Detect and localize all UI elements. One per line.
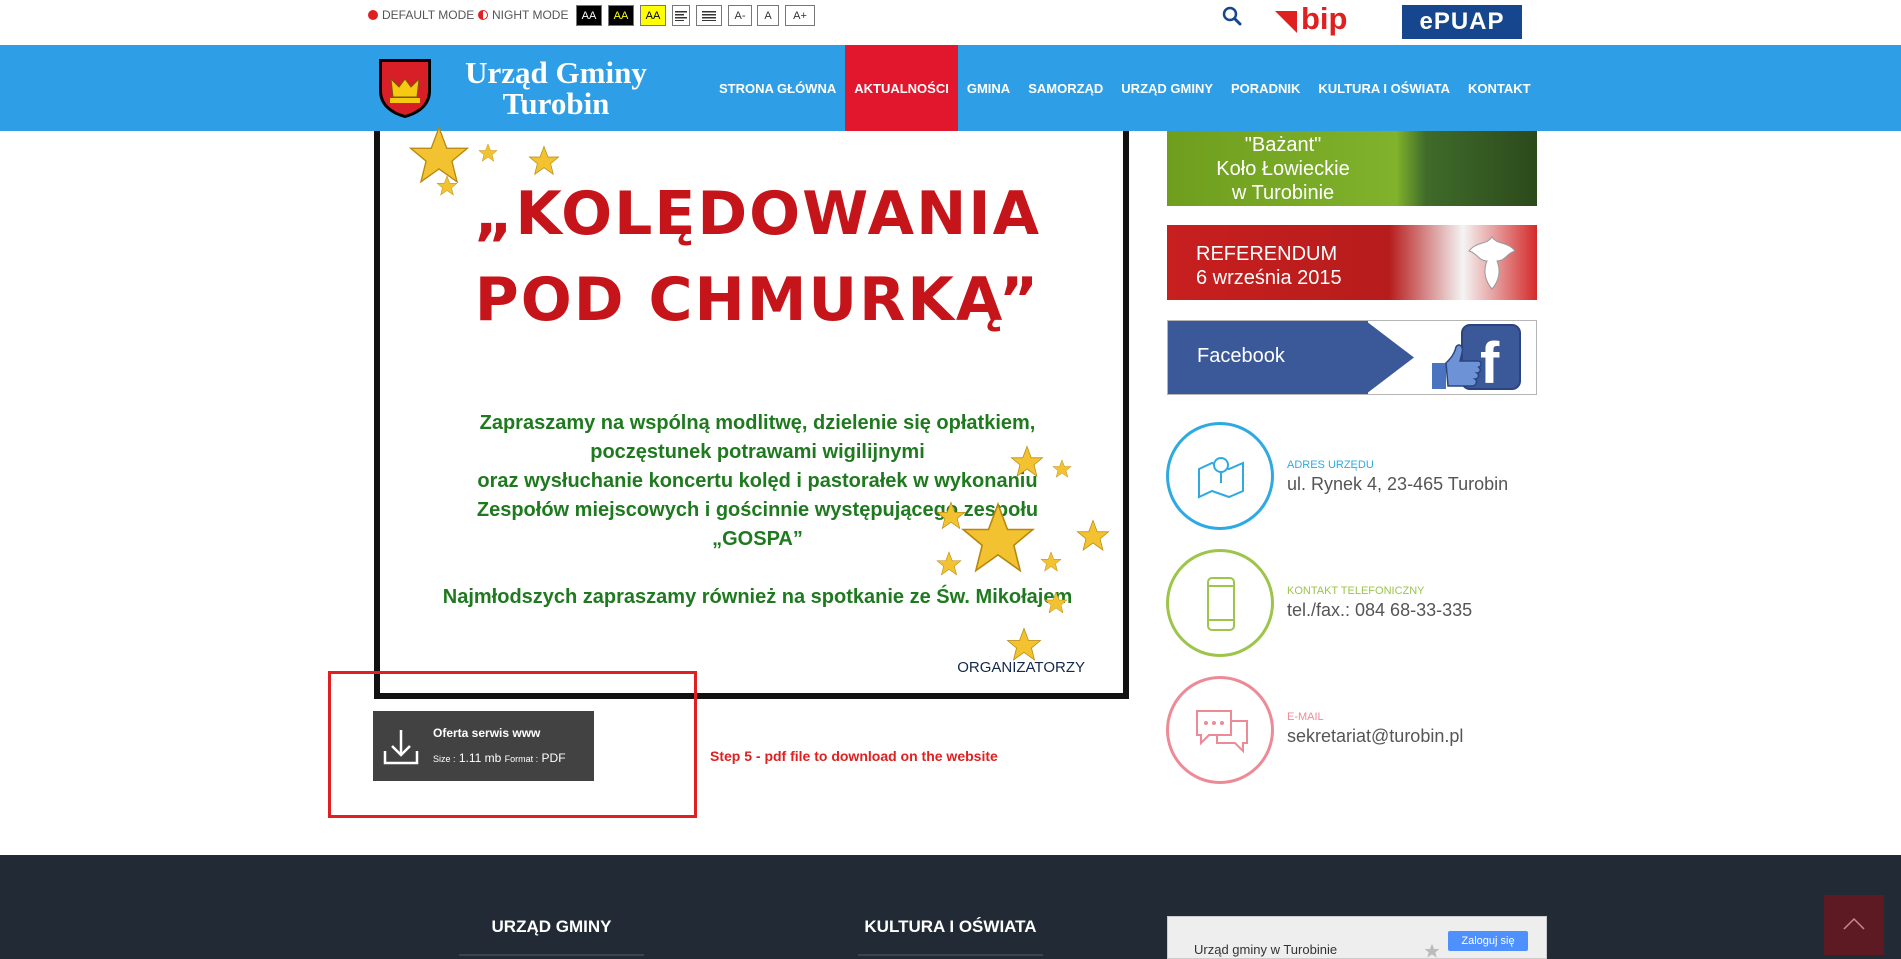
download-icon: [383, 730, 419, 765]
footer-heading-kultura: KULTURA I OŚWIATA: [864, 917, 1037, 936]
main-menu: STRONA GŁÓWNA AKTUALNOŚCI GMINA SAMORZĄD…: [710, 45, 1540, 131]
align-left-icon: [675, 10, 687, 21]
contrast-black-yellow-button[interactable]: AA: [608, 5, 634, 26]
bip-logo-link[interactable]: bip: [1275, 1, 1361, 39]
hunt-banner-line-3: w Turobinie: [1231, 182, 1335, 204]
menu-item-kultura-i-oswiata[interactable]: KULTURA I OŚWIATA: [1309, 45, 1459, 131]
pdf-download-button[interactable]: Oferta serwis www Size : 1.11 mb Format …: [373, 711, 594, 781]
scroll-to-top-button[interactable]: [1824, 895, 1884, 955]
chat-bubble-icon: [1196, 710, 1248, 754]
footer-heading-urzad-gminy: URZĄD GMINY: [491, 917, 612, 936]
star-icon: [960, 501, 1036, 573]
banner-arrow-shape: [1366, 321, 1414, 394]
phone-label: KONTAKT TELEFONICZNY: [1287, 585, 1425, 597]
address-value: ul. Rynek 4, 23-465 Turobin: [1287, 474, 1509, 494]
svg-text:f: f: [1480, 331, 1500, 393]
poster-title-line-2: POD CHMURKĄ”: [474, 265, 1041, 335]
site-brand[interactable]: Urząd Gminy Turobin: [446, 57, 666, 119]
email-icon-circle: [1166, 676, 1274, 784]
night-mode-icon: [478, 10, 488, 20]
chevron-up-icon: [1843, 917, 1865, 930]
menu-item-kontakt[interactable]: KONTAKT: [1459, 45, 1540, 131]
phone-value: tel./fax.: 084 68-33-335: [1287, 600, 1473, 620]
facebook-label: Facebook: [1197, 345, 1285, 367]
facebook-icon: f: [1432, 324, 1521, 393]
footer-divider: [858, 954, 1043, 956]
font-normal-button[interactable]: A: [757, 5, 779, 26]
star-icon: [1044, 591, 1068, 614]
menu-item-poradnik[interactable]: PORADNIK: [1222, 45, 1309, 131]
contrast-black-white-button[interactable]: AA: [576, 5, 602, 26]
referendum-banner[interactable]: REFERENDUM 6 września 2015: [1167, 225, 1537, 300]
menu-item-samorzad[interactable]: SAMORZĄD: [1019, 45, 1112, 131]
bip-label: bip: [1301, 1, 1348, 36]
email-value[interactable]: sekretariat@turobin.pl: [1287, 726, 1463, 747]
align-justify-icon: [702, 10, 716, 21]
star-icon: [1006, 627, 1042, 661]
star-icon: [936, 551, 962, 576]
page-footer: URZĄD GMINY KULTURA I OŚWIATA: [0, 855, 1901, 959]
text-align-left-button[interactable]: [672, 5, 690, 26]
star-icon: [478, 143, 498, 162]
hunt-banner-line-1: "Bażant": [1244, 134, 1322, 156]
utility-bar: DEFAULT MODE NIGHT MODE AA AA AA A- A A+…: [0, 0, 1901, 45]
coat-of-arms-icon[interactable]: [377, 57, 433, 119]
eagle-emblem-icon: [1468, 236, 1516, 290]
hunting-club-banner[interactable]: "Bażant" Koło Łowieckie w Turobinie: [1167, 131, 1537, 206]
event-poster: „KOLĘDOWANIA POD CHMURKĄ” Zapraszamy na …: [374, 125, 1129, 699]
default-mode-icon: [368, 10, 378, 20]
night-mode-label: NIGHT MODE: [492, 8, 569, 22]
star-icon: [1010, 445, 1044, 478]
menu-item-strona-glowna[interactable]: STRONA GŁÓWNA: [710, 45, 845, 131]
address-label: ADRES URZĘDU: [1287, 459, 1374, 471]
google-map-embed[interactable]: Urząd gminy w Turobinie Zaloguj się: [1167, 916, 1547, 959]
star-icon: [1040, 551, 1062, 572]
hunt-banner-line-2: Koło Łowieckie: [1216, 158, 1350, 180]
epuap-label: ePUAP: [1419, 8, 1505, 35]
referendum-title: REFERENDUM: [1196, 243, 1338, 265]
map-title: Urząd gminy w Turobinie: [1194, 942, 1338, 957]
address-icon-circle: [1166, 422, 1274, 530]
map-pin-icon: [1198, 457, 1244, 499]
phone-icon-circle: [1166, 549, 1274, 657]
referendum-date: 6 września 2015: [1196, 267, 1342, 289]
star-icon: [528, 145, 560, 176]
brand-line-1: Urząd Gminy: [465, 55, 647, 90]
phone-icon: [1207, 577, 1235, 631]
search-icon[interactable]: [1222, 6, 1242, 26]
menu-item-gmina[interactable]: GMINA: [958, 45, 1019, 131]
main-navigation-bar: Urząd Gminy Turobin STRONA GŁÓWNA AKTUAL…: [0, 45, 1901, 131]
poster-text-line-1: Zapraszamy na wspólną modlitwę, dzieleni…: [479, 412, 1036, 434]
download-meta: Size : 1.11 mb Format : PDF: [433, 751, 566, 765]
default-mode-toggle[interactable]: DEFAULT MODE: [368, 8, 474, 22]
poster-title-line-1: „KOLĘDOWANIA: [473, 179, 1042, 249]
font-smaller-button[interactable]: A-: [728, 5, 752, 26]
menu-item-urzad-gminy[interactable]: URZĄD GMINY: [1112, 45, 1222, 131]
download-title: Oferta serwis www: [433, 726, 541, 740]
poster-kids-line: Najmłodszych zapraszamy również na spotk…: [442, 586, 1073, 608]
star-icon[interactable]: [1424, 943, 1440, 959]
star-icon: [1052, 459, 1072, 478]
font-larger-button[interactable]: A+: [785, 5, 815, 26]
menu-item-aktualnosci[interactable]: AKTUALNOŚCI: [845, 45, 958, 131]
epuap-logo-link[interactable]: ePUAP: [1402, 5, 1522, 39]
facebook-banner[interactable]: Facebook f: [1167, 320, 1537, 395]
footer-divider: [459, 954, 644, 956]
brand-line-2: Turobin: [502, 86, 610, 121]
step-annotation: Step 5 - pdf file to download on the web…: [710, 748, 998, 764]
star-icon: [436, 175, 458, 196]
contrast-yellow-black-button[interactable]: AA: [640, 5, 666, 26]
night-mode-toggle[interactable]: NIGHT MODE: [478, 8, 568, 22]
email-label: E-MAIL: [1287, 711, 1324, 723]
star-icon: [1076, 519, 1110, 552]
text-justify-button[interactable]: [696, 5, 722, 26]
map-login-button[interactable]: Zaloguj się: [1448, 931, 1528, 951]
default-mode-label: DEFAULT MODE: [382, 8, 475, 22]
